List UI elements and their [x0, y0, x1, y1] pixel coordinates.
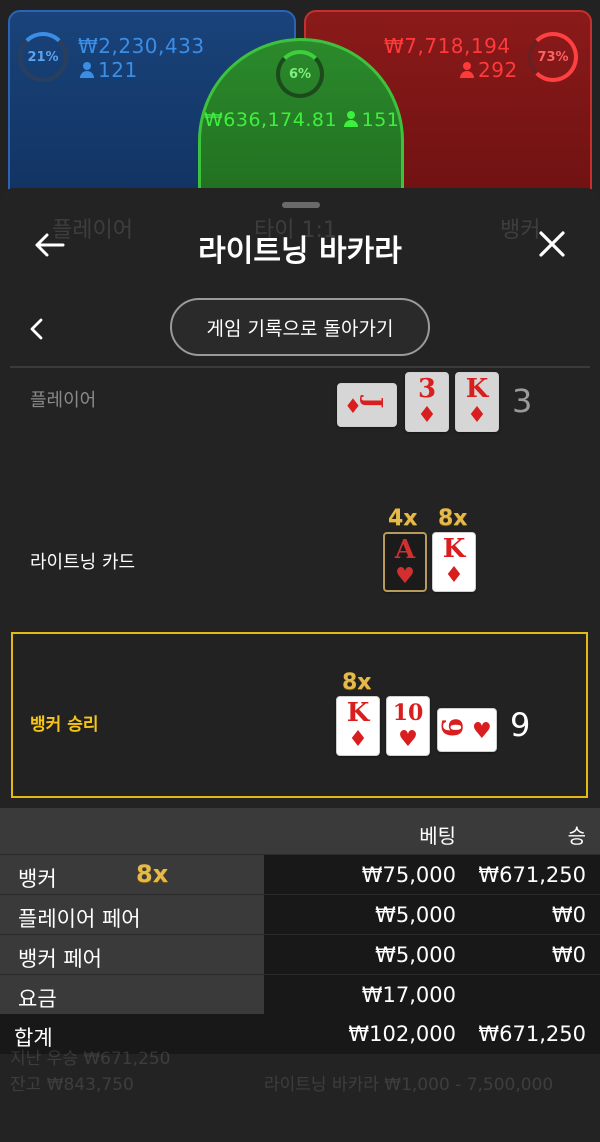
banker-score: 9: [510, 706, 531, 744]
table-header: 베팅 승: [0, 808, 600, 854]
player-bet-total: ₩2,230,433: [78, 34, 205, 58]
player-bettor-count: 121: [80, 58, 138, 82]
player-card-2: 3 ♦: [405, 372, 449, 432]
table-row: 뱅커 페어 ₩5,000 ₩0: [0, 934, 600, 975]
user-icon: [343, 111, 358, 127]
lightning-multiplier: 4x: [388, 506, 418, 531]
tie-percent-ring: 6%: [276, 50, 324, 98]
bet-amount: ₩75,000: [361, 863, 456, 887]
banker-card-3: 9 ♥: [435, 708, 497, 752]
bet-name: 뱅커: [18, 867, 57, 891]
table-row: 요금 ₩17,000: [0, 974, 600, 1015]
chevron-left-icon: [30, 318, 43, 340]
banker-row-label: 뱅커 승리: [30, 715, 99, 735]
table-row: 플레이어 페어 ₩5,000 ₩0: [0, 894, 600, 935]
bet-amount: ₩5,000: [375, 903, 456, 927]
win-amount: ₩671,250: [478, 863, 586, 887]
ghost-table-limits: 라이트닝 바카라 ₩1,000 - 7,500,000: [264, 1075, 554, 1095]
bet-name: 플레이어 페어: [18, 907, 141, 931]
banker-bet-total: ₩7,718,194: [384, 34, 511, 58]
bet-name: 요금: [18, 987, 57, 1011]
user-icon: [460, 62, 474, 78]
user-icon: [80, 62, 94, 78]
close-button[interactable]: [532, 226, 572, 262]
table-row: 뱅커 8x ₩75,000 ₩671,250: [0, 854, 600, 895]
player-percent: 21%: [27, 49, 59, 65]
banker-percent: 73%: [537, 49, 569, 65]
return-to-history-button[interactable]: 게임 기록으로 돌아가기: [170, 298, 430, 356]
tie-bet-summary: ₩636,174.81 151: [204, 109, 400, 131]
lightning-multiplier: 8x: [438, 506, 468, 531]
lightning-card-1: A ♥: [383, 532, 427, 592]
arrow-left-icon: [35, 233, 65, 257]
tie-percent: 6%: [288, 66, 312, 82]
column-bet: 베팅: [419, 824, 456, 848]
column-win: 승: [567, 824, 586, 848]
lightning-row-label: 라이트닝 카드: [30, 552, 136, 573]
previous-round-button[interactable]: [26, 316, 48, 342]
bet-amount: ₩17,000: [361, 983, 456, 1007]
player-score: 3: [512, 382, 533, 420]
banker-percent-ring: 73%: [528, 32, 578, 82]
banker-card-2: 10 ♥: [386, 696, 430, 756]
banker-card-1: K ♦: [336, 696, 380, 756]
page-title: 라이트닝 바카라: [198, 234, 402, 269]
bet-multiplier: 8x: [136, 860, 169, 888]
player-card-1: ♦ J: [337, 383, 397, 427]
divider: [10, 366, 590, 368]
sheet-grabber[interactable]: [282, 202, 320, 208]
player-row-label: 플레이어: [30, 390, 97, 411]
total-win: ₩671,250: [478, 1022, 586, 1046]
close-icon: [539, 231, 565, 257]
win-amount: ₩0: [551, 943, 586, 967]
ghost-balance: 잔고 ₩843,750: [10, 1075, 134, 1095]
game-history-sheet: 플레이어 타이 1:1 뱅커 라이트닝 바카라 게임 기록으로 돌아가기 플레이…: [0, 188, 600, 1142]
player-percent-ring: 21%: [18, 32, 68, 82]
player-card-3: K ♦: [455, 372, 499, 432]
win-amount: ₩0: [551, 903, 586, 927]
bet-name: 뱅커 페어: [18, 947, 102, 971]
app-screen: 21% 73% 6% ₩2,230,433 121 ₩7,718,194 292…: [0, 0, 600, 1142]
bet-summary-table: 베팅 승 뱅커 8x ₩75,000 ₩671,250 플레이어 페어 ₩5,0…: [0, 808, 600, 1054]
bet-amount: ₩5,000: [375, 943, 456, 967]
total-bet: ₩102,000: [348, 1022, 456, 1046]
back-button[interactable]: [30, 228, 70, 262]
lightning-card-2: K ♦: [432, 532, 476, 592]
banker-bettor-count: 292: [460, 58, 518, 82]
ghost-last-win: 지난 우승 ₩671,250: [10, 1049, 171, 1069]
banker-card-multiplier: 8x: [342, 670, 372, 695]
